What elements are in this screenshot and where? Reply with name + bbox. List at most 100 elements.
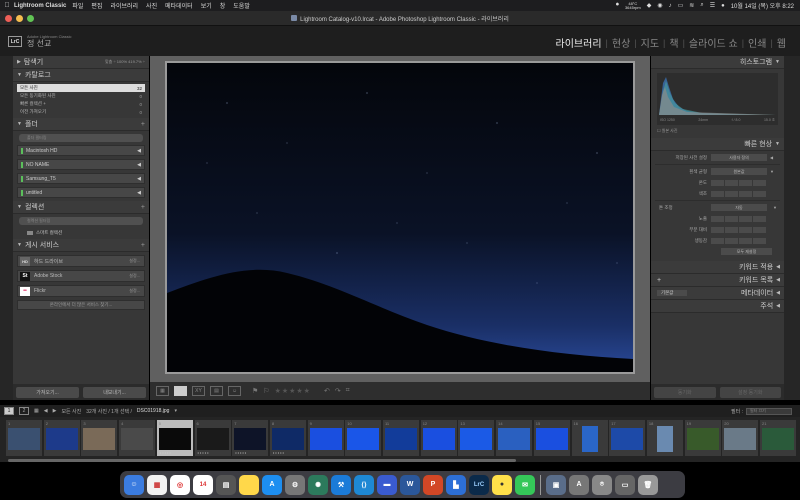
texture-stepper[interactable] (711, 226, 766, 233)
filmstrip-thumbnail[interactable]: 2 (43, 420, 80, 456)
service-setup-button[interactable]: 설정... (129, 273, 140, 279)
navigator-header[interactable]: ▶ 탐색기 맞춤 ÷ 100% 419.7% ÷ (13, 56, 149, 69)
menu-edit[interactable]: 편집 (91, 1, 102, 10)
tint-stepper[interactable] (711, 190, 766, 197)
import-button[interactable]: 가져오기... (16, 386, 79, 398)
filmstrip-thumbnail[interactable]: 18 (646, 420, 683, 456)
volume-expand-icon[interactable]: ◀ (137, 162, 141, 168)
add-collection-icon[interactable]: + (141, 204, 145, 211)
right-panel-toggle-strip[interactable] (784, 56, 800, 400)
comments-header[interactable]: 주석 ◀ (651, 300, 784, 313)
loupe-view-icon[interactable] (174, 386, 187, 396)
catalog-item-all-photos[interactable]: 모든 사진 32 (17, 84, 145, 92)
collection-item-smart[interactable]: 스마트 컬렉션 (19, 228, 143, 237)
volume-untitled[interactable]: untitled ◀ (17, 187, 145, 198)
file-manager-icon[interactable]: ▙ (446, 474, 466, 495)
rotate-right-icon[interactable]: ↷ (335, 387, 341, 395)
app-store-icon[interactable]: A (262, 474, 282, 495)
chatgpt-icon[interactable]: ✺ (308, 474, 328, 495)
screenshot-icon[interactable]: ▭ (615, 474, 635, 495)
exposure-stepper[interactable] (711, 215, 766, 222)
metadata-header[interactable]: 기본값 메타데이터 ◀ (651, 287, 784, 300)
filmstrip-thumbnail[interactable]: 3 (81, 420, 118, 456)
filmstrip-thumbnail[interactable]: 13 (458, 420, 495, 456)
filmstrip-thumbnail[interactable]: 10 (345, 420, 382, 456)
export-button[interactable]: 내보내기... (83, 386, 146, 398)
calculator-icon[interactable]: ▤ (216, 474, 236, 495)
volume-expand-icon[interactable]: ◀ (137, 190, 141, 196)
collection-filter-input[interactable]: 컬렉션 필터링 (19, 217, 143, 225)
xcode-icon[interactable]: ⚒ (331, 474, 351, 495)
flag-icon[interactable]: ⚑ (252, 387, 258, 395)
folder-filter-input[interactable]: 폴더 필터링 (19, 134, 143, 142)
camera-icon[interactable]: ◉ (657, 2, 662, 9)
filter-select[interactable]: 필터 끄기 (746, 407, 792, 415)
module-book[interactable]: 책 (667, 35, 680, 50)
font-book-icon[interactable]: A (569, 474, 589, 495)
siri-icon[interactable]: ● (721, 3, 725, 9)
menu-help[interactable]: 도움말 (233, 1, 250, 10)
saved-preset-select[interactable]: 사용자 정의 (711, 154, 767, 161)
sync-settings-button[interactable]: 설정 동기화 (719, 386, 781, 398)
current-filename[interactable]: DSC01918.jpg (137, 408, 170, 414)
zoom-window-button[interactable] (27, 15, 34, 22)
publish-services-header[interactable]: ▼ 게시 서비스 + (13, 239, 149, 252)
temperature-stepper[interactable] (711, 179, 766, 186)
preview-icon[interactable]: ▣ (546, 474, 566, 495)
white-balance-select[interactable]: 원본값 (711, 168, 767, 175)
filmstrip-thumbnail[interactable]: 12 (420, 420, 457, 456)
word-icon[interactable]: W (400, 474, 420, 495)
find-more-services-button[interactable]: 온라인에서 더 많은 서비스 찾기... (17, 300, 145, 310)
source-label[interactable]: 모든 사진 (61, 408, 81, 415)
record-icon[interactable]: ⏺ (616, 2, 619, 9)
folders-header[interactable]: ▼ 폴더 + (13, 118, 149, 131)
forward-arrow-icon[interactable]: ▶ (53, 408, 57, 414)
settings-icon[interactable]: ⚙ (285, 474, 305, 495)
sync-button[interactable]: 동기화 (654, 386, 716, 398)
search-icon[interactable]: ⌕ (700, 2, 703, 9)
menu-metadata[interactable]: 메타데이터 (165, 1, 193, 10)
filmstrip-thumbnail[interactable]: 11 (383, 420, 419, 456)
downloads-icon[interactable]: ⌾ (592, 474, 612, 495)
people-view-icon[interactable]: ☺ (228, 386, 241, 396)
keyword-list-header[interactable]: + 키워드 목록 ◀ (651, 274, 784, 287)
module-slideshow[interactable]: 슬라이드 쇼 (687, 35, 740, 50)
filmstrip-thumbnail[interactable]: 4 (119, 420, 156, 456)
menu-view[interactable]: 보기 (201, 1, 212, 10)
metadata-preset-select[interactable]: 기본값 (657, 290, 688, 296)
add-service-icon[interactable]: + (141, 242, 145, 249)
menu-file[interactable]: 파일 (72, 1, 83, 10)
module-develop[interactable]: 현상 (610, 35, 632, 50)
service-flickr[interactable]: •• Flickr 설정... (17, 285, 145, 297)
dropbox-icon[interactable]: ◆ (647, 2, 652, 9)
add-keyword-icon[interactable]: + (657, 277, 661, 284)
catalog-item-previous-import[interactable]: 이전 가져오기 0 (17, 108, 145, 116)
filmstrip-thumbnail[interactable]: 9 (307, 420, 344, 456)
volume-expand-icon[interactable]: ◀ (137, 176, 141, 182)
battery-icon[interactable]: ▭ (678, 2, 684, 9)
volume-macintosh-hd[interactable]: Macintosh HD ◀ (17, 145, 145, 156)
module-print[interactable]: 인쇄 (746, 35, 768, 50)
star-rating[interactable]: ★★★★★ (275, 387, 311, 395)
wifi-icon[interactable]: ≋ (689, 2, 694, 9)
volume-expand-icon[interactable]: ◀ (137, 148, 141, 154)
menu-photo[interactable]: 사진 (146, 1, 157, 10)
filmstrip-thumbnail[interactable]: 16 (571, 420, 608, 456)
filmstrip-thumbnail[interactable]: 8 ••••• (269, 420, 306, 456)
auto-tone-button[interactable]: 자동 (711, 204, 767, 211)
identity-plate[interactable]: Adobe Lightroom Classic 정 선교 (27, 34, 71, 48)
filmstrip-thumbnail[interactable]: 6 ••••• (194, 420, 231, 456)
service-adobe-stock[interactable]: St Adobe Stock 설정... (17, 270, 145, 282)
histogram-header[interactable]: 히스토그램 ▼ (651, 56, 784, 69)
crop-icon[interactable]: ⌗ (346, 387, 350, 395)
compare-view-icon[interactable]: XY (192, 386, 205, 396)
menu-window[interactable]: 창 (220, 1, 226, 10)
filmstrip-thumbnail[interactable]: 17 (609, 420, 646, 456)
catalog-item-quick-collection[interactable]: 빠른 컬렉션 + 0 (17, 100, 145, 108)
vscode-icon[interactable]: ⟨⟩ (354, 474, 374, 495)
menu-app-name[interactable]: Lightroom Classic (14, 3, 66, 9)
kakaotalk-icon[interactable]: ● (492, 474, 512, 495)
expand-arrow-icon[interactable]: ▼ (773, 205, 777, 210)
quick-develop-header[interactable]: 빠른 현상 ▼ (651, 138, 784, 151)
chrome-icon[interactable]: ◎ (170, 474, 190, 495)
